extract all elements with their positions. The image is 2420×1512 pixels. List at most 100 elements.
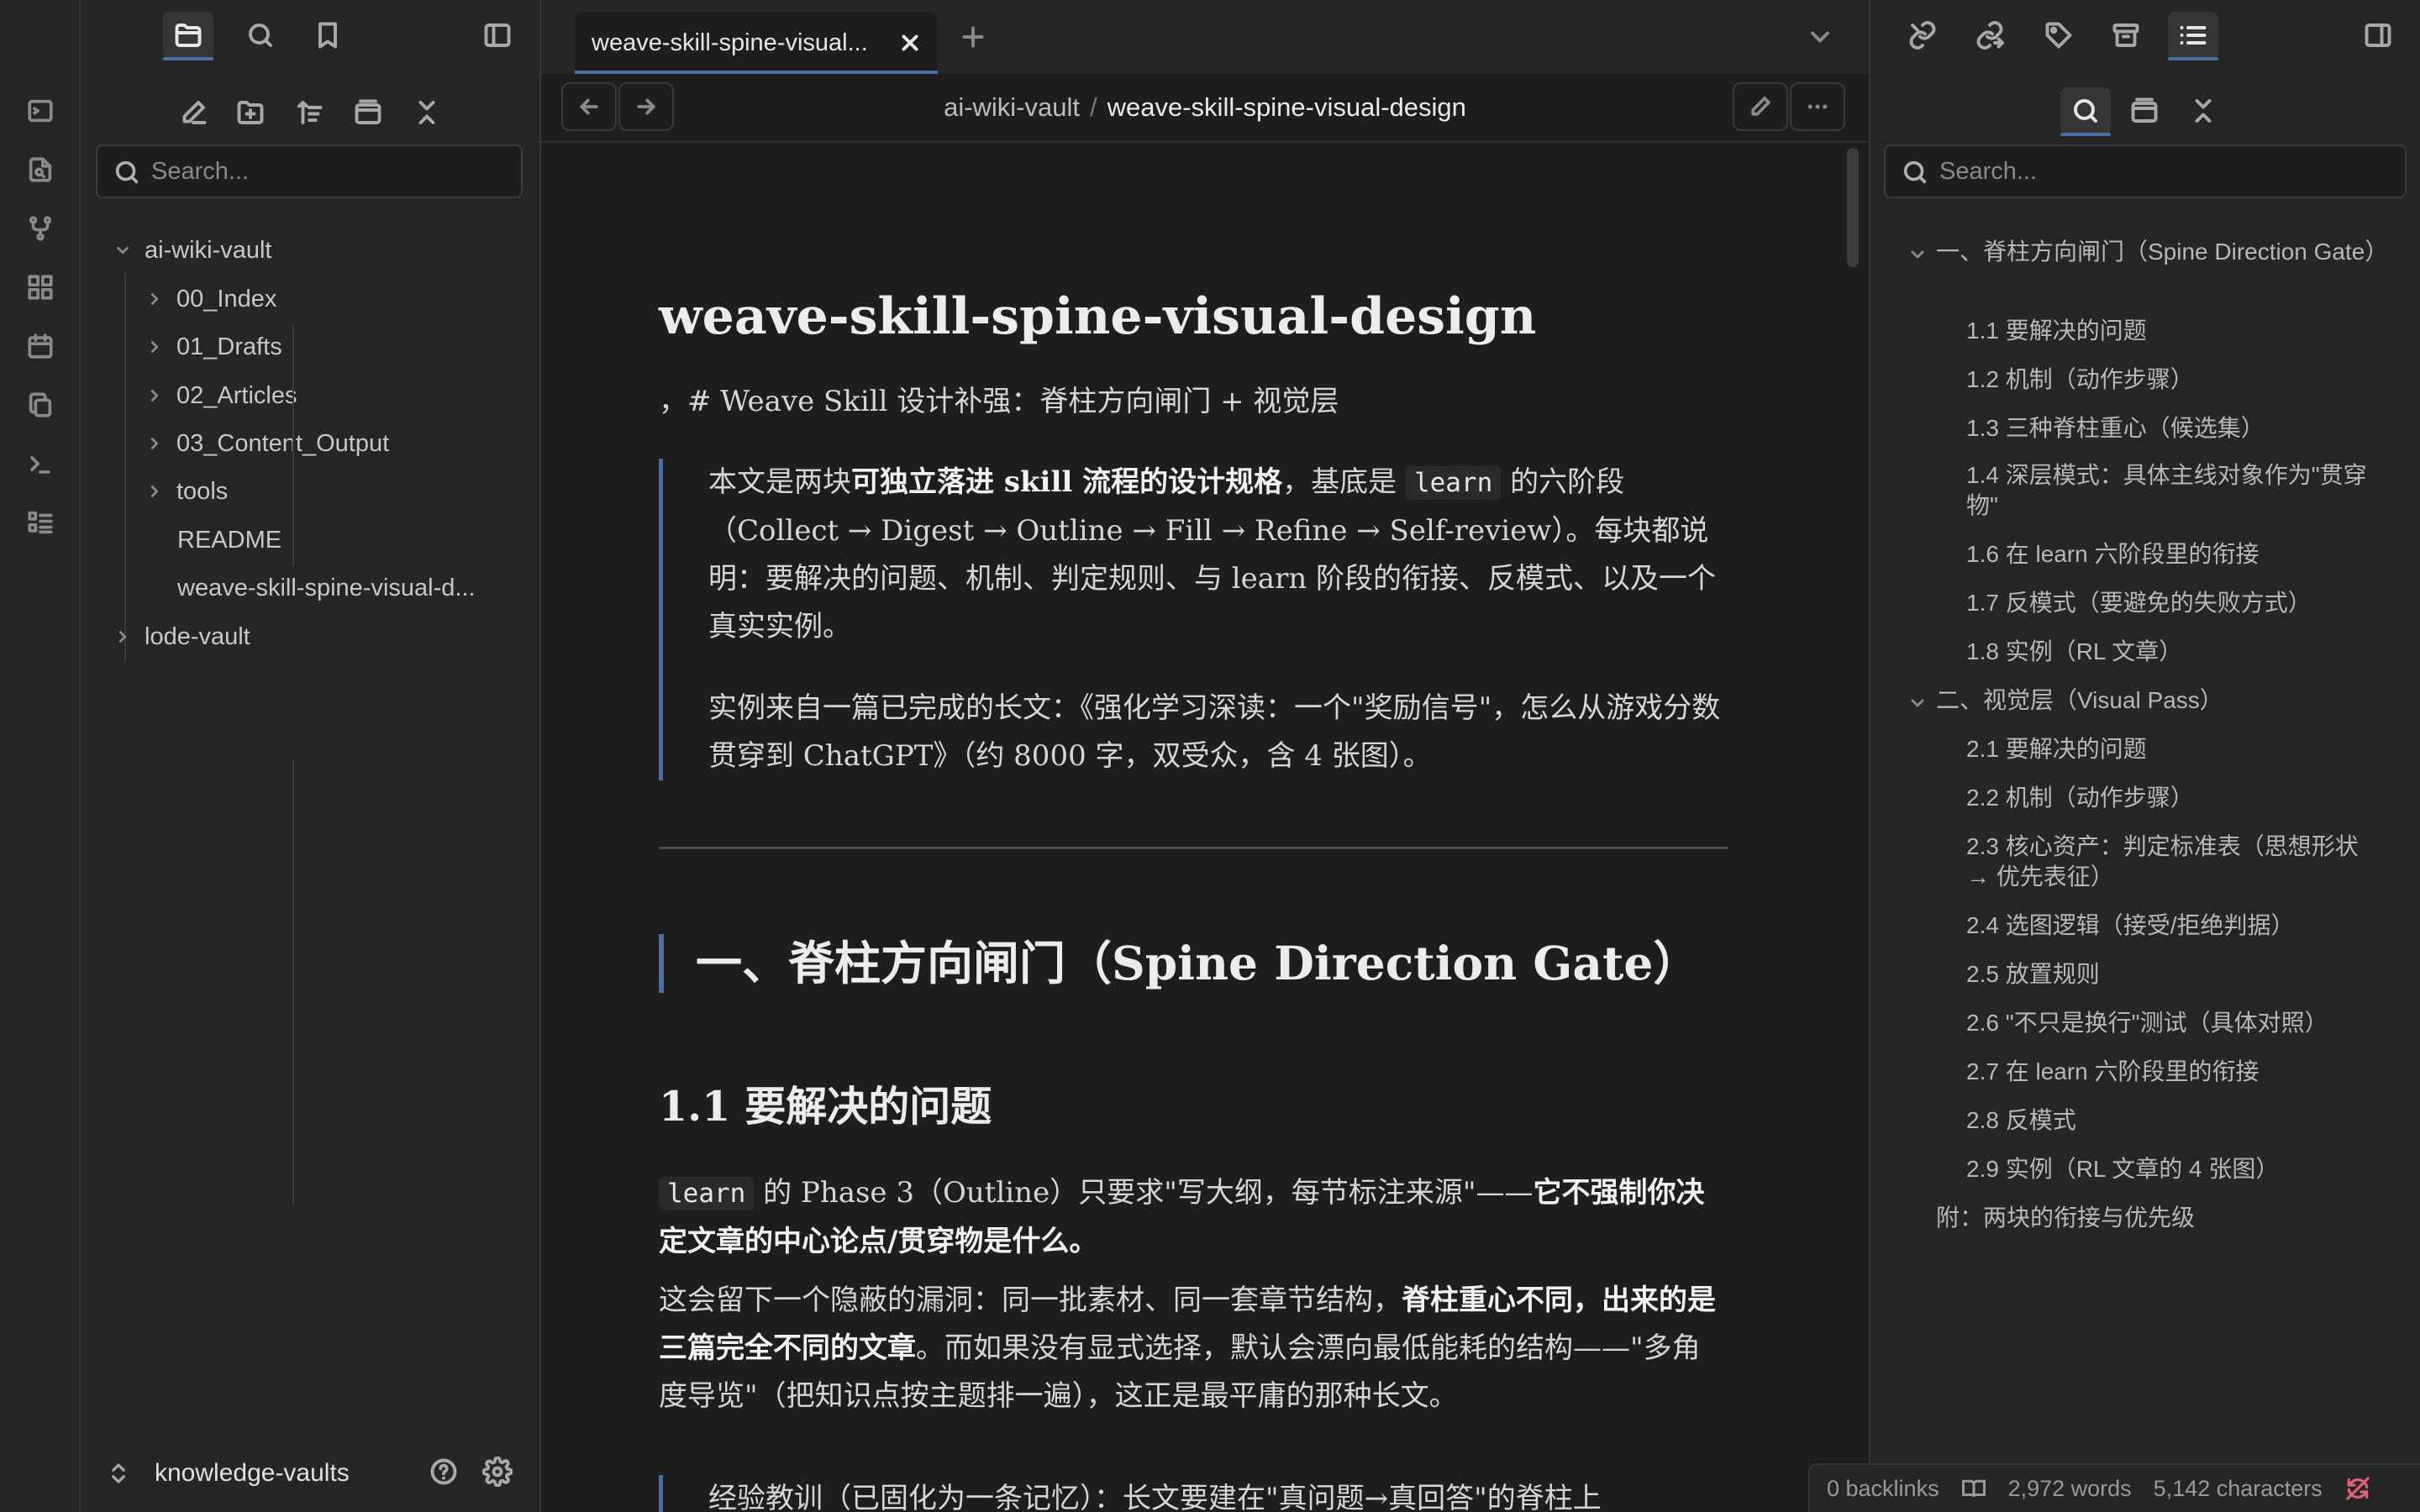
- outline-heading-h3[interactable]: 1.3 三种脊柱重心（候选集）: [1966, 413, 2380, 444]
- search-file-icon[interactable]: [20, 150, 60, 190]
- outline-heading-h2[interactable]: 一、脊柱方向闸门（Spine Direction Gate）: [1911, 237, 2388, 267]
- chevron-down-icon[interactable]: [1907, 690, 1928, 711]
- outline-heading-h3[interactable]: 1.2 机制（动作步骤）: [1966, 365, 2380, 395]
- chevron-right-icon: [143, 480, 166, 503]
- new-folder-icon[interactable]: [225, 89, 276, 136]
- outline-heading-h3[interactable]: 2.4 选图逻辑（接受/拒绝判据）: [1966, 911, 2380, 941]
- paragraph-subtitle-line: ，# Weave Skill 设计补强：脊柱方向闸门 + 视觉层: [659, 385, 1339, 418]
- graph-icon[interactable]: [20, 208, 60, 249]
- word-count: 2,972 words: [2007, 1475, 2132, 1501]
- backlinks-icon[interactable]: [1897, 12, 1948, 59]
- tree-item-label: 03_Content_Output: [176, 429, 390, 457]
- collapse-all-icon[interactable]: [402, 89, 452, 136]
- backlinks-count[interactable]: 0 backlinks: [1827, 1476, 1939, 1502]
- outline-heading-h3[interactable]: 1.6 在 learn 六阶段里的衔接: [1966, 539, 2380, 570]
- outline-heading-h3[interactable]: 2.2 机制（动作步骤）: [1966, 783, 2380, 813]
- outline-search-input[interactable]: [1939, 157, 2405, 186]
- outline-heading-h3[interactable]: 2.5 放置规则: [1966, 959, 2380, 990]
- tree-file-readme[interactable]: README: [177, 519, 281, 561]
- chevron-right-icon: [111, 625, 134, 648]
- new-tab-plus-icon[interactable]: [951, 13, 995, 60]
- tags-icon[interactable]: [2033, 12, 2084, 59]
- outline-heading-h3[interactable]: 2.9 实例（RL 文章的 4 张图）: [1966, 1154, 2380, 1184]
- terminal-icon[interactable]: [20, 91, 60, 131]
- outline-heading-h2[interactable]: 附：两块的衔接与优先级: [1936, 1203, 2380, 1233]
- outline-item-label: 1.3 三种脊柱重心（候选集）: [1966, 415, 2265, 441]
- more-options-icon[interactable]: [1790, 82, 1845, 131]
- quote-paragraph-1: 本文是两块可独立落进 skill 流程的设计规格，基底是 learn 的六阶段（…: [708, 465, 1717, 643]
- outline-item-label: 1.2 机制（动作步骤）: [1966, 366, 2194, 392]
- outline-search-toggle-icon[interactable]: [2060, 87, 2111, 136]
- tree-vault-ai-wiki-vault[interactable]: ai-wiki-vault: [111, 229, 271, 271]
- reading-book-icon[interactable]: [1961, 1476, 1986, 1501]
- tree-folder-tools[interactable]: tools: [143, 470, 228, 512]
- outline-heading-h3[interactable]: 1.8 实例（RL 文章）: [1966, 637, 2380, 667]
- quote-paragraph-2: 实例来自一篇已完成的长文：《强化学习深读：一个"奖励信号"，怎么从游戏分数贯穿到…: [708, 691, 1721, 773]
- search-tab-icon[interactable]: [235, 12, 286, 59]
- list-icon[interactable]: [20, 502, 60, 543]
- vault-name: knowledge-vaults: [155, 1459, 350, 1487]
- tree-file-weave-skill-spine-visual-design[interactable]: weave-skill-spine-visual-d...: [177, 567, 476, 609]
- command-prompt-icon[interactable]: [20, 444, 60, 484]
- tree-folder-03-content-output[interactable]: 03_Content_Output: [143, 423, 389, 465]
- help-icon[interactable]: [418, 1448, 469, 1495]
- outline-item-label: 2.9 实例（RL 文章的 4 张图）: [1966, 1156, 2280, 1182]
- dashboard-icon[interactable]: [20, 267, 60, 307]
- outline-heading-h3[interactable]: 2.8 反模式: [1966, 1105, 2380, 1136]
- sync-error-icon[interactable]: [2344, 1475, 2371, 1502]
- outline-heading-h3[interactable]: 2.7 在 learn 六阶段里的衔接: [1966, 1057, 2380, 1087]
- outline-heading-h3[interactable]: 2.6 "不只是换行"测试（具体对照）: [1966, 1008, 2380, 1038]
- paragraph-hidden-gap: 这会留下一个隐蔽的漏洞：同一批素材、同一套章节结构，脊柱重心不同，出来的是三篇完…: [659, 1284, 1716, 1413]
- close-icon[interactable]: [897, 30, 923, 55]
- outline-auto-expand-icon[interactable]: [2119, 87, 2170, 134]
- collapse-left-sidebar-icon[interactable]: [472, 12, 523, 59]
- outline-list-icon[interactable]: [2168, 12, 2218, 60]
- tree-folder-01-drafts[interactable]: 01_Drafts: [143, 326, 282, 368]
- breadcrumb-vault[interactable]: ai-wiki-vault: [944, 92, 1080, 122]
- outline-heading-h3[interactable]: 2.3 核心资产：判定标准表（思想形状 → 优先表征）: [1966, 832, 2380, 892]
- tab-list-chevron-down-icon[interactable]: [1798, 13, 1842, 60]
- outline-item-label: 附：两块的衔接与优先级: [1936, 1205, 2196, 1231]
- copy-icon[interactable]: [20, 385, 60, 425]
- archive-icon[interactable]: [2101, 12, 2151, 59]
- files-tab-folder-icon[interactable]: [163, 12, 213, 60]
- view-header: ai-wiki-vault / weave-skill-spine-visual-d…: [541, 74, 1869, 143]
- outline-item-label: 2.4 选图逻辑（接受/拒绝判据）: [1966, 912, 2295, 938]
- chevron-right-icon: [143, 287, 166, 311]
- ribbon: [0, 0, 81, 1512]
- chevron-down-icon[interactable]: [1907, 242, 1928, 262]
- outline-item-label: 2.2 机制（动作步骤）: [1966, 785, 2194, 811]
- quote-paragraph-lesson: 经验教训（已固化为一条记忆）：长文要建在"真问题→真回答"的脊柱上: [708, 1482, 1602, 1512]
- edit-pencil-icon[interactable]: [1733, 82, 1788, 131]
- tree-folder-02-articles[interactable]: 02_Articles: [143, 375, 297, 417]
- outgoing-links-icon[interactable]: [1965, 12, 2015, 59]
- outline-heading-h3[interactable]: 2.1 要解决的问题: [1966, 734, 2380, 764]
- outline-heading-h3[interactable]: 1.1 要解决的问题: [1966, 316, 2380, 346]
- settings-gear-icon[interactable]: [472, 1448, 523, 1495]
- sort-icon[interactable]: [284, 89, 334, 136]
- file-search-box: [96, 144, 523, 198]
- bookmark-tab-icon[interactable]: [302, 12, 353, 59]
- tree-vault-lode-vault[interactable]: lode-vault: [111, 616, 250, 658]
- outline-item-label: 1.8 实例（RL 文章）: [1966, 638, 2183, 664]
- new-note-icon[interactable]: [168, 89, 218, 136]
- tab-active-note[interactable]: weave-skill-spine-visual...: [575, 12, 938, 74]
- horizontal-rule: [659, 847, 1728, 849]
- collapse-right-sidebar-icon[interactable]: [2353, 12, 2403, 59]
- file-search-input[interactable]: [151, 157, 521, 186]
- outline-item-label: 2.5 放置规则: [1966, 961, 2100, 987]
- calendar-icon[interactable]: [20, 326, 60, 366]
- heading-section-1: 一、脊柱方向闸门（Spine Direction Gate）: [659, 934, 1699, 993]
- outline-collapse-all-icon[interactable]: [2178, 87, 2228, 134]
- outline-heading-h3[interactable]: 1.7 反模式（要避免的失败方式）: [1966, 588, 2380, 618]
- auto-reveal-icon[interactable]: [343, 89, 393, 136]
- editor-scrollbar[interactable]: [1847, 148, 1859, 267]
- outline-heading-h2[interactable]: 二、视觉层（Visual Pass）: [1911, 685, 2380, 716]
- breadcrumb-current-note[interactable]: weave-skill-spine-visual-design: [1107, 92, 1466, 122]
- chevron-right-icon: [143, 432, 166, 455]
- character-count: 5,142 characters: [2153, 1475, 2323, 1501]
- breadcrumb: ai-wiki-vault / weave-skill-spine-visual-d…: [541, 92, 1869, 123]
- tree-item-label: 00_Index: [176, 285, 277, 312]
- outline-heading-h3[interactable]: 1.4 深层模式：具体主线对象作为"贯穿物": [1966, 460, 2380, 521]
- tree-folder-00-index[interactable]: 00_Index: [143, 278, 276, 320]
